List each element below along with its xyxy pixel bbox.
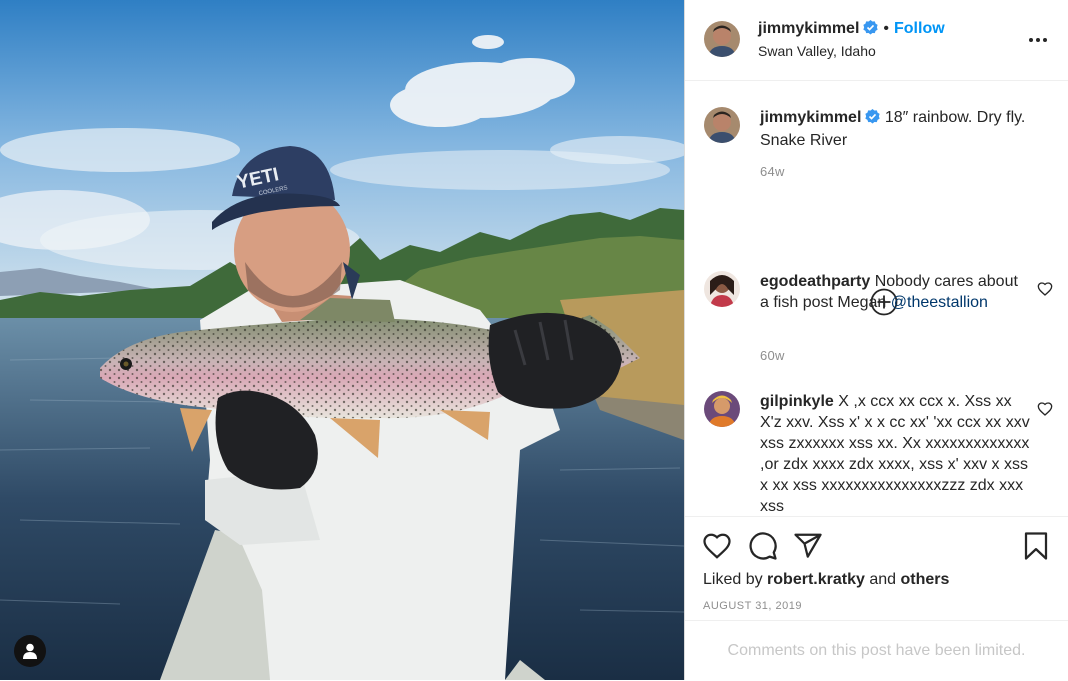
comment-avatar[interactable] bbox=[704, 271, 740, 307]
share-icon[interactable] bbox=[793, 531, 823, 561]
instagram-post: YETI COOLERS jimmykimmel • Follow Swan V… bbox=[0, 0, 1068, 680]
post-header: jimmykimmel • Follow Swan Valley, Idaho bbox=[685, 0, 1068, 81]
post-caption: jimmykimmel 18″ rainbow. Dry fly. Snake … bbox=[760, 107, 1050, 151]
likes-prefix: Liked by bbox=[703, 571, 768, 588]
comment-item: egodeathparty Nobody cares about a fish … bbox=[760, 271, 1030, 313]
separator-dot: • bbox=[883, 20, 889, 37]
comment-mention-link[interactable]: @theestallion bbox=[891, 294, 988, 311]
verified-icon bbox=[863, 20, 879, 40]
user-tag-icon[interactable] bbox=[14, 635, 46, 667]
post-actions: Liked by robert.kratky and others AUGUST… bbox=[685, 516, 1068, 621]
comment-avatar[interactable] bbox=[704, 391, 740, 427]
comment-username[interactable]: egodeathparty bbox=[760, 273, 870, 290]
location-link[interactable]: Swan Valley, Idaho bbox=[758, 43, 876, 59]
author-avatar[interactable] bbox=[704, 21, 740, 57]
comments-limited-notice: Comments on this post have been limited. bbox=[685, 620, 1068, 681]
heart-icon[interactable] bbox=[1037, 401, 1053, 417]
comment-item: gilpinkyle X ,x ccx xx ccx x. Xss xx X'z… bbox=[760, 391, 1030, 516]
comment-text: X ,x ccx xx ccx x. Xss xx X'z xxv. Xss x… bbox=[760, 393, 1030, 515]
follow-button[interactable]: Follow bbox=[894, 20, 945, 37]
post-side-panel: jimmykimmel • Follow Swan Valley, Idaho ji… bbox=[684, 0, 1068, 680]
post-photo[interactable]: YETI COOLERS bbox=[0, 0, 684, 680]
caption-timestamp[interactable]: 64w bbox=[760, 164, 785, 179]
heart-icon[interactable] bbox=[702, 531, 732, 561]
caption-username[interactable]: jimmykimmel bbox=[760, 109, 861, 126]
verified-icon bbox=[865, 109, 881, 130]
more-options-icon[interactable] bbox=[1027, 29, 1049, 51]
liked-by-user-link[interactable]: robert.kratky bbox=[767, 571, 865, 588]
likes-summary: Liked by robert.kratky and others bbox=[703, 571, 949, 589]
bookmark-icon[interactable] bbox=[1021, 531, 1051, 561]
comment-timestamp[interactable]: 60w bbox=[760, 348, 785, 363]
comment-username[interactable]: gilpinkyle bbox=[760, 393, 834, 410]
post-date[interactable]: AUGUST 31, 2019 bbox=[703, 600, 802, 612]
author-username[interactable]: jimmykimmel bbox=[758, 20, 859, 37]
heart-icon[interactable] bbox=[1037, 281, 1053, 297]
liked-by-others-link[interactable]: others bbox=[900, 571, 949, 588]
caption-avatar[interactable] bbox=[704, 107, 740, 143]
fishing-photo-image: YETI COOLERS bbox=[0, 0, 684, 680]
header-user-line: jimmykimmel • Follow bbox=[758, 20, 945, 40]
comment-icon[interactable] bbox=[748, 531, 778, 561]
likes-and: and bbox=[864, 571, 901, 588]
comments-scroll-area[interactable]: jimmykimmel 18″ rainbow. Dry fly. Snake … bbox=[685, 80, 1068, 516]
